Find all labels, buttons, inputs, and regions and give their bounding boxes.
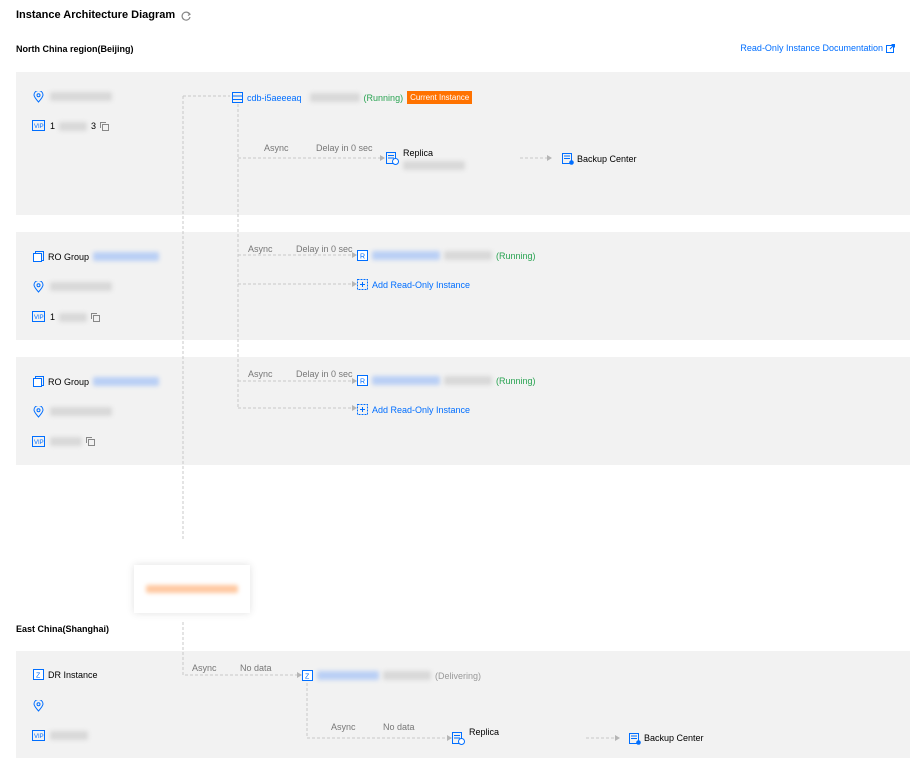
- copy-icon[interactable]: [86, 437, 95, 446]
- replica-icon: [452, 732, 465, 745]
- ro-1-delay-label: Delay in 0 sec: [296, 244, 353, 254]
- east-region-title: East China(Shanghai): [16, 624, 110, 634]
- dr-sync-tooltip: [134, 565, 250, 613]
- readonly-instance-icon: R: [357, 375, 368, 386]
- add-ro-instance-1-label[interactable]: Add Read-Only Instance: [372, 280, 470, 290]
- master-vip-suffix: 3: [91, 121, 97, 131]
- ro-group-2-label: RO Group: [48, 376, 90, 387]
- vip-icon: VIP: [32, 436, 45, 447]
- master-status: (Running): [363, 92, 404, 103]
- ro-group-1-vip: 1: [50, 312, 101, 322]
- ro-group-2-id[interactable]: [93, 377, 160, 386]
- readonly-instance-icon: R: [357, 250, 368, 261]
- svg-text:R: R: [360, 379, 365, 386]
- ro-group-2-vip-masked: [50, 437, 82, 446]
- dr-replica-label: Replica: [469, 727, 500, 737]
- location-pin-icon: [33, 91, 44, 103]
- copy-icon[interactable]: [91, 312, 101, 322]
- svg-text:Z: Z: [305, 674, 310, 681]
- master-delay-label: Delay in 0 sec: [316, 143, 373, 153]
- master-instance-id[interactable]: cdb-i5aeeeaq: [247, 93, 302, 103]
- ro-group-icon: [33, 251, 44, 262]
- replica-zone-value: [403, 161, 465, 170]
- ro-instance-2: R (Running): [357, 375, 536, 386]
- ro-instance-2-name: [444, 376, 492, 385]
- ro-instance-2-status: (Running): [496, 375, 536, 386]
- dr-nodata-label: No data: [240, 663, 272, 673]
- dr-backup-center-label[interactable]: Backup Center: [644, 733, 704, 743]
- current-instance-badge: Current Instance: [407, 91, 473, 104]
- vip-icon: VIP: [32, 730, 45, 741]
- ro-group-2-zone: [50, 407, 112, 416]
- database-icon: [232, 92, 243, 103]
- dr-instance-id[interactable]: [317, 671, 379, 680]
- ro-group-1-zone: [50, 282, 112, 291]
- add-icon: [357, 279, 368, 290]
- copy-icon[interactable]: [100, 121, 110, 131]
- ro-instance-1-id[interactable]: [372, 251, 440, 260]
- svg-text:VIP: VIP: [34, 734, 44, 740]
- location-pin-icon: [33, 700, 44, 712]
- dr-sync-masked-text: [146, 585, 238, 593]
- dr-instance: Z (Delivering): [302, 670, 481, 681]
- dr-replica-nodata-label: No data: [383, 722, 415, 732]
- dr-async-label: Async: [192, 663, 217, 673]
- master-instance-name: [309, 93, 360, 102]
- master-async-label: Async: [264, 143, 289, 153]
- vip-icon: VIP: [32, 311, 45, 322]
- master-vip-prefix: 1: [50, 121, 56, 131]
- ro-instance-1: R (Running): [357, 250, 536, 261]
- location-pin-icon: [33, 281, 44, 293]
- ro-instance-1-name: [444, 251, 492, 260]
- ro-instance-1-status: (Running): [496, 250, 536, 261]
- ro-group-1-vip-prefix: 1: [50, 312, 56, 322]
- master-instance: cdb-i5aeeeaq (Running) Current Instance: [232, 91, 473, 104]
- ro-group-2-vip: [50, 437, 95, 446]
- dr-replica-async-label: Async: [331, 722, 356, 732]
- svg-text:R: R: [360, 254, 365, 261]
- add-ro-instance-1[interactable]: Add Read-Only Instance: [357, 279, 470, 290]
- ro-group-2-header: RO Group: [33, 376, 160, 387]
- dr-instance-status: (Delivering): [435, 670, 482, 681]
- ro-group-1-header: RO Group: [33, 251, 160, 262]
- svg-text:Z: Z: [36, 673, 41, 680]
- add-ro-instance-2[interactable]: Add Read-Only Instance: [357, 404, 470, 415]
- master-zone-value: [50, 92, 112, 101]
- ro-2-delay-label: Delay in 0 sec: [296, 369, 353, 379]
- master-vip: 1 3: [50, 121, 110, 131]
- dr-instance-icon: Z: [302, 670, 313, 681]
- replica-label: Replica: [403, 148, 434, 158]
- ro-1-async-label: Async: [248, 244, 273, 254]
- ro-group-1-label: RO Group: [48, 251, 90, 262]
- replica-icon: [386, 152, 399, 165]
- dr-instance-header: Z DR Instance: [33, 669, 98, 680]
- ro-2-async-label: Async: [248, 369, 273, 379]
- vip-icon: VIP: [32, 120, 45, 131]
- add-icon: [357, 404, 368, 415]
- dr-instance-label: DR Instance: [48, 669, 98, 680]
- ro-group-1-vip-masked: [59, 312, 88, 322]
- backup-center-icon: [562, 153, 574, 165]
- master-vip-masked: [59, 121, 88, 131]
- dr-instance-name: [383, 671, 431, 680]
- location-pin-icon: [33, 406, 44, 418]
- dr-vip-masked: [50, 731, 88, 740]
- backup-center-icon: [629, 733, 641, 745]
- ro-instance-2-id[interactable]: [372, 376, 440, 385]
- svg-text:VIP: VIP: [34, 315, 44, 321]
- ro-group-1-id[interactable]: [93, 252, 160, 261]
- ro-group-icon: [33, 376, 44, 387]
- dr-instance-icon: Z: [33, 669, 44, 680]
- svg-text:VIP: VIP: [34, 440, 44, 446]
- backup-center-label[interactable]: Backup Center: [577, 154, 637, 164]
- svg-text:VIP: VIP: [34, 124, 44, 130]
- add-ro-instance-2-label[interactable]: Add Read-Only Instance: [372, 405, 470, 415]
